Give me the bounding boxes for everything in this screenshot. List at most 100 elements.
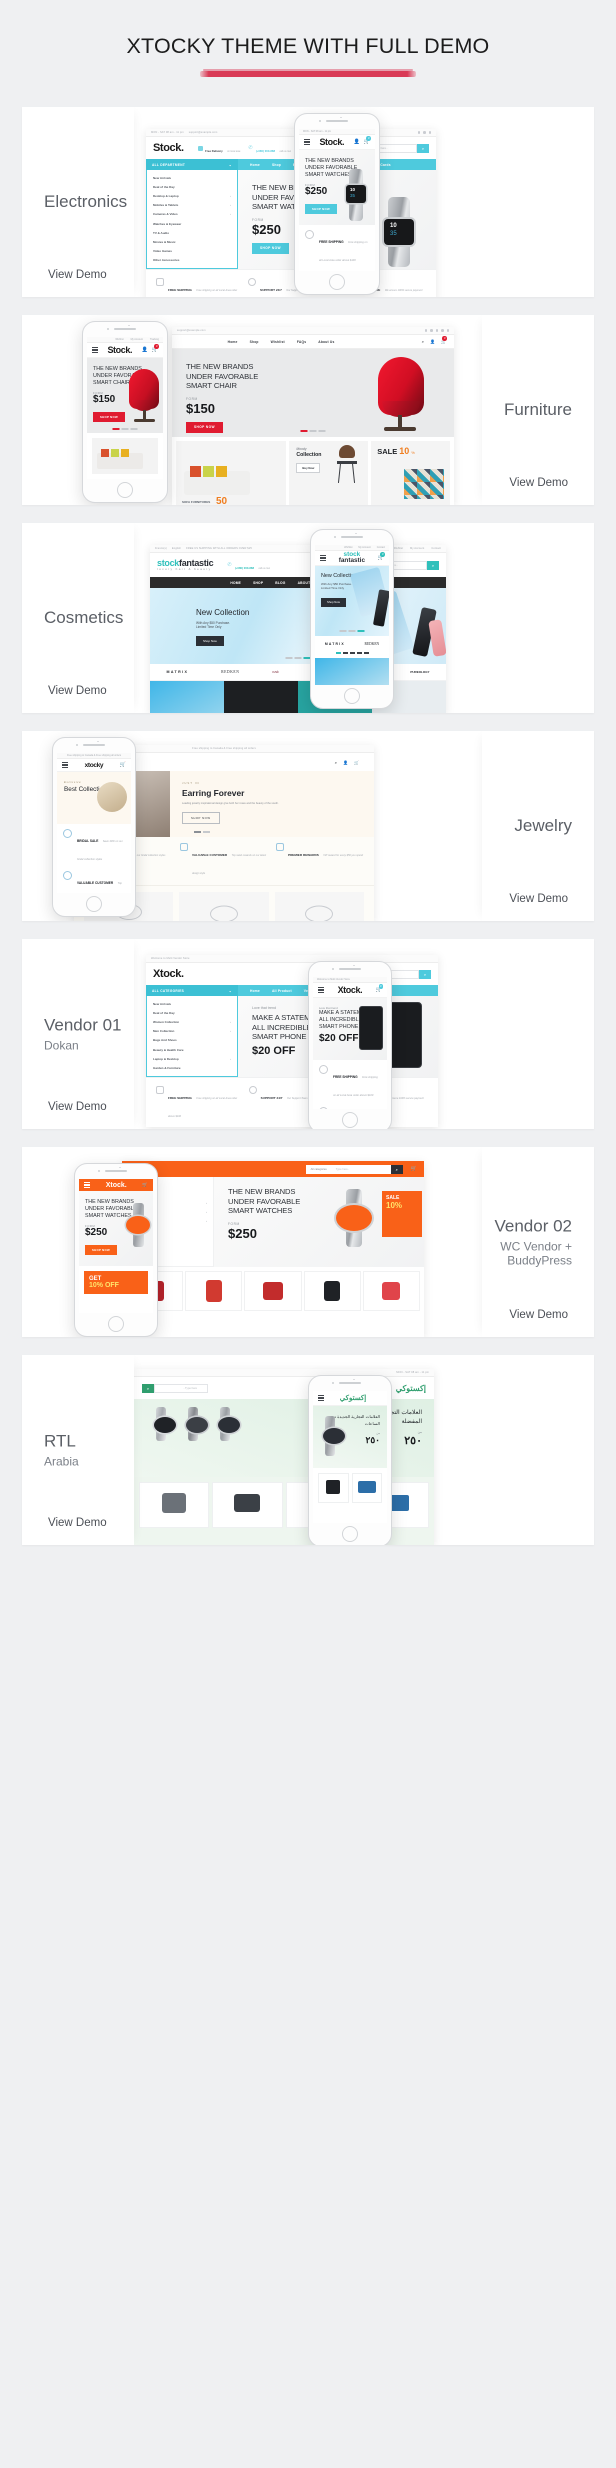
product-card[interactable]: ENGAGEMENT DIAMOND RING [274, 892, 364, 921]
cart-icon[interactable]: 🛒 0 [378, 552, 385, 561]
phone-brand-dots[interactable] [315, 652, 389, 654]
phone-shop-now-button[interactable]: SHOP NOW [93, 412, 125, 423]
sidebar-item[interactable]: New Arrivals [147, 999, 237, 1008]
promo-tile-sale[interactable]: SALE 10 % [371, 441, 451, 505]
hamburger-menu-icon[interactable] [320, 555, 326, 561]
all-categories-button[interactable]: ALL CATEGORIES ⌄ [146, 985, 238, 996]
view-demo-link-cosmetics[interactable]: View Demo [48, 685, 107, 697]
cart-icon[interactable]: 🛒 [120, 762, 126, 768]
demo-panel-jewelry[interactable]: Jewelry View Demo Free shipping to Canad… [22, 731, 594, 921]
user-icon[interactable]: 👤 [343, 760, 348, 765]
nav-item-wishlist[interactable]: Wishlist [271, 340, 285, 344]
phone-topnav-wishlist[interactable]: Wishlist [344, 546, 352, 549]
nav-links[interactable]: Home Shop Wishlist FAQs About Us [216, 340, 335, 344]
search-category-select[interactable]: All categories [305, 1164, 331, 1174]
user-icon[interactable]: 👤 [142, 347, 148, 353]
cart-icon[interactable]: 🛒 [354, 760, 359, 765]
home-button[interactable] [342, 1112, 358, 1128]
phone-topnav-account[interactable]: My Account [131, 338, 143, 341]
product-card[interactable] [303, 1270, 361, 1311]
sidebar-item[interactable]: Watches & Eyewear [147, 219, 237, 228]
home-button[interactable] [108, 1316, 124, 1332]
home-button[interactable] [342, 1526, 358, 1542]
phone-shop-now-button[interactable]: Shop Now [321, 597, 346, 607]
hamburger-menu-icon[interactable] [92, 347, 98, 353]
product-card[interactable] [244, 1270, 302, 1311]
sidebar-item[interactable]: Video Games [147, 247, 237, 256]
promo-tile-moody[interactable]: Moody Collection Buy Now [289, 441, 369, 505]
search-icon[interactable]: ⌕ [419, 969, 431, 979]
demo-panel-cosmetics[interactable]: Cosmetics View Demo Francs(s) English FR… [22, 523, 594, 713]
sidebar-item[interactable]: Movies & Music [147, 237, 237, 246]
topnav-account[interactable]: My Account [410, 547, 424, 550]
nav-item-blog[interactable]: BLOG [275, 581, 285, 585]
promo-tile-sofa[interactable]: SOFA FURNITURES 50 [176, 441, 287, 505]
search-icon[interactable]: ⌕ [427, 560, 439, 570]
promo-card-sale[interactable]: SALE 10% [382, 1191, 422, 1237]
demo-panel-furniture[interactable]: Furniture View Demo support@example.com … [22, 315, 594, 505]
phone-product-image[interactable] [315, 657, 389, 685]
hamburger-menu-icon[interactable] [318, 1395, 325, 1401]
mockup-navbar[interactable]: ALL CATEGORIES ⌄ Home All Product Vendor… [146, 985, 438, 996]
nav-item-home[interactable]: HOME [230, 581, 241, 585]
phone-topnav-tracking[interactable]: Tracking [150, 338, 159, 341]
sidebar-item[interactable]: Cameras & Video › [147, 210, 237, 219]
phone-promo-tile[interactable] [92, 438, 158, 475]
home-button[interactable] [344, 688, 360, 704]
view-demo-link-furniture[interactable]: View Demo [509, 477, 568, 489]
header-icons[interactable]: ⌕ 👤 🛒 0 [422, 336, 454, 344]
nav-item-about[interactable]: About Us [318, 340, 334, 344]
hamburger-menu-icon[interactable] [84, 1182, 90, 1188]
phone-shop-now-button[interactable]: SHOP NOW [85, 1245, 117, 1256]
category-sidebar[interactable]: New Arrivals Deal of the Day Women Colle… [146, 996, 238, 1077]
hamburger-menu-icon[interactable] [304, 139, 310, 145]
search-icon[interactable]: ⌕ [422, 339, 424, 344]
category-sidebar[interactable]: New Arrivals Deal of the Day Desktop & L… [146, 170, 238, 269]
phone-product-card[interactable] [351, 1473, 382, 1503]
product-card[interactable] [224, 681, 298, 713]
buy-now-button[interactable]: Buy Now [296, 463, 321, 473]
cart-icon[interactable]: 🛒 0 [364, 136, 371, 145]
nav-item-shop[interactable]: Shop [272, 163, 281, 167]
shop-now-button[interactable]: SHOP NOW [182, 812, 220, 825]
hamburger-menu-icon[interactable] [62, 762, 68, 768]
sidebar-item[interactable]: Mobiles & Tablets › [147, 201, 237, 210]
home-button[interactable] [329, 274, 345, 290]
product-card[interactable] [150, 681, 224, 713]
search-input[interactable]: Type here.. [154, 1383, 208, 1393]
phone-header-icons[interactable]: 🛒 0 [378, 552, 385, 561]
demo-panel-vendor01[interactable]: Vendor 01 Dokan View Demo Welcome to Mul… [22, 939, 594, 1129]
mockup-navbar[interactable]: HOME SHOP BLOG ABOUT US CONTACT SKIN CAR… [150, 577, 446, 588]
home-button[interactable] [117, 482, 133, 498]
demo-panel-electronics[interactable]: Electronics View Demo MON - SAT 08 am - … [22, 107, 594, 297]
product-card[interactable] [185, 1270, 243, 1311]
search-icon[interactable]: ⌕ [390, 1164, 403, 1174]
product-card[interactable] [212, 1482, 283, 1528]
nav-item-home[interactable]: Home [250, 989, 260, 993]
nav-item-allproduct[interactable]: All Product [272, 989, 292, 993]
sidebar-item[interactable]: Laptop & Desktop › [147, 1054, 237, 1063]
view-demo-link-vendor02[interactable]: View Demo [509, 1309, 568, 1321]
sidebar-item[interactable]: Deal of the Day [147, 182, 237, 191]
phone-header-icons[interactable]: 👤 🛒 0 [142, 344, 159, 353]
sidebar-item[interactable]: Men Collection › [147, 1027, 237, 1036]
user-icon[interactable]: 👤 [430, 339, 435, 344]
cart-icon[interactable]: 🛒 0 [376, 984, 383, 993]
phone-topnav-account[interactable]: My Account [358, 546, 370, 549]
view-demo-link-rtl[interactable]: View Demo [48, 1517, 107, 1529]
sidebar-item[interactable]: New Arrivals [147, 173, 237, 182]
view-demo-link-electronics[interactable]: View Demo [48, 269, 107, 281]
all-department-button[interactable]: ALL DEPARTMENT ⌄ [146, 159, 238, 170]
search-icon[interactable]: ⌕ [335, 760, 337, 765]
nav-item-faqs[interactable]: FAQs [297, 340, 306, 344]
nav-item-home[interactable]: Home [228, 340, 238, 344]
sidebar-item[interactable]: Desktop & Laptop › [147, 191, 237, 200]
sidebar-item[interactable]: TV & Audio [147, 228, 237, 237]
nav-item-shop[interactable]: Shop [250, 340, 259, 344]
home-button[interactable] [86, 896, 102, 912]
shop-now-button[interactable]: SHOP NOW [186, 421, 223, 433]
sidebar-item[interactable]: Deal of the Day [147, 1008, 237, 1017]
sidebar-item[interactable]: Women Collection › [147, 1017, 237, 1026]
product-card[interactable] [362, 1270, 421, 1311]
nav-item-home[interactable]: Home [250, 163, 260, 167]
